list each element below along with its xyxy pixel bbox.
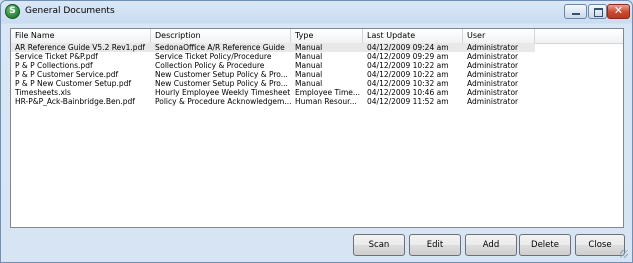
cell-description: Service Ticket Policy/Procedure (155, 52, 272, 61)
cell-user: Administrator (467, 79, 519, 88)
minimize-icon (572, 13, 580, 15)
cell-file-name: P & P New Customer Setup.pdf (15, 79, 131, 88)
close-icon: ✕ (613, 4, 624, 17)
table-row[interactable]: P & P New Customer Setup.pdf New Custome… (11, 79, 535, 88)
cell-type: Human Resour... (295, 97, 357, 106)
table-row[interactable]: P & P Customer Service.pdf New Customer … (11, 70, 535, 79)
cell-user: Administrator (467, 88, 519, 97)
minimize-button[interactable] (564, 4, 587, 19)
cell-file-name: P & P Customer Service.pdf (15, 70, 119, 79)
add-button[interactable]: Add (465, 234, 517, 256)
cell-last-update: 04/12/2009 09:24 am (367, 43, 449, 52)
cell-description: New Customer Setup Policy & Pro... (155, 70, 288, 79)
table-row[interactable]: HR-P&P_Ack-Bainbridge.Ben.pdf Policy & P… (11, 97, 535, 106)
column-header-user[interactable]: User (463, 29, 535, 43)
column-header-file-name[interactable]: File Name (11, 29, 151, 43)
cell-file-name: HR-P&P_Ack-Bainbridge.Ben.pdf (15, 97, 135, 106)
general-documents-window: S General Documents ✕ File Name Descript… (0, 0, 633, 263)
cell-user: Administrator (467, 43, 519, 52)
column-header-type[interactable]: Type (291, 29, 363, 43)
edit-button[interactable]: Edit (409, 234, 461, 256)
cell-description: Policy & Procedure Acknowledgem... (155, 97, 291, 106)
table-row[interactable]: AR Reference Guide V5.2 Rev1.pdf SedonaO… (11, 43, 535, 52)
column-header-last-update[interactable]: Last Update (363, 29, 463, 43)
documents-list[interactable]: File Name Description Type Last Update U… (10, 28, 624, 228)
cell-type: Manual (295, 43, 323, 52)
cell-last-update: 04/12/2009 10:46 am (367, 88, 449, 97)
close-window-button[interactable]: ✕ (607, 4, 630, 19)
close-button[interactable]: Close (575, 234, 625, 256)
table-row[interactable]: Service Ticket P&P.pdf Service Ticket Po… (11, 52, 535, 61)
cell-last-update: 04/12/2009 10:22 am (367, 70, 449, 79)
cell-description: Hourly Employee Weekly Timesheet (155, 88, 291, 97)
table-row[interactable]: Timesheets.xls Hourly Employee Weekly Ti… (11, 88, 535, 97)
cell-last-update: 04/12/2009 10:32 am (367, 79, 449, 88)
delete-button[interactable]: Delete (519, 234, 571, 256)
cell-description: New Customer Setup Policy & Pro... (155, 79, 288, 88)
cell-last-update: 04/12/2009 09:29 am (367, 52, 449, 61)
cell-type: Manual (295, 52, 323, 61)
resize-grip-icon[interactable] (620, 250, 628, 258)
cell-user: Administrator (467, 97, 519, 106)
app-logo-icon: S (5, 4, 20, 19)
cell-type: Employee Time... (295, 88, 361, 97)
cell-file-name: Service Ticket P&P.pdf (15, 52, 98, 61)
table-row[interactable]: P & P Collections.pdf Collection Policy … (11, 61, 535, 70)
cell-file-name: AR Reference Guide V5.2 Rev1.pdf (15, 43, 145, 52)
cell-last-update: 04/12/2009 10:22 am (367, 61, 449, 70)
cell-type: Manual (295, 70, 323, 79)
cell-type: Manual (295, 79, 323, 88)
cell-user: Administrator (467, 70, 519, 79)
cell-file-name: Timesheets.xls (15, 88, 71, 97)
cell-last-update: 04/12/2009 11:52 am (367, 97, 449, 106)
title-bar[interactable]: S General Documents ✕ (1, 1, 632, 23)
cell-user: Administrator (467, 61, 519, 70)
window-title: General Documents (25, 6, 115, 16)
cell-user: Administrator (467, 52, 519, 61)
cell-type: Manual (295, 61, 323, 70)
cell-description: Collection Policy & Procedure (155, 61, 265, 70)
maximize-button[interactable] (588, 4, 607, 19)
column-header-description[interactable]: Description (151, 29, 291, 43)
cell-file-name: P & P Collections.pdf (15, 61, 93, 70)
list-header: File Name Description Type Last Update U… (11, 29, 623, 44)
scan-button[interactable]: Scan (353, 234, 405, 256)
cell-description: SedonaOffice A/R Reference Guide (155, 43, 285, 52)
maximize-icon (594, 8, 603, 17)
